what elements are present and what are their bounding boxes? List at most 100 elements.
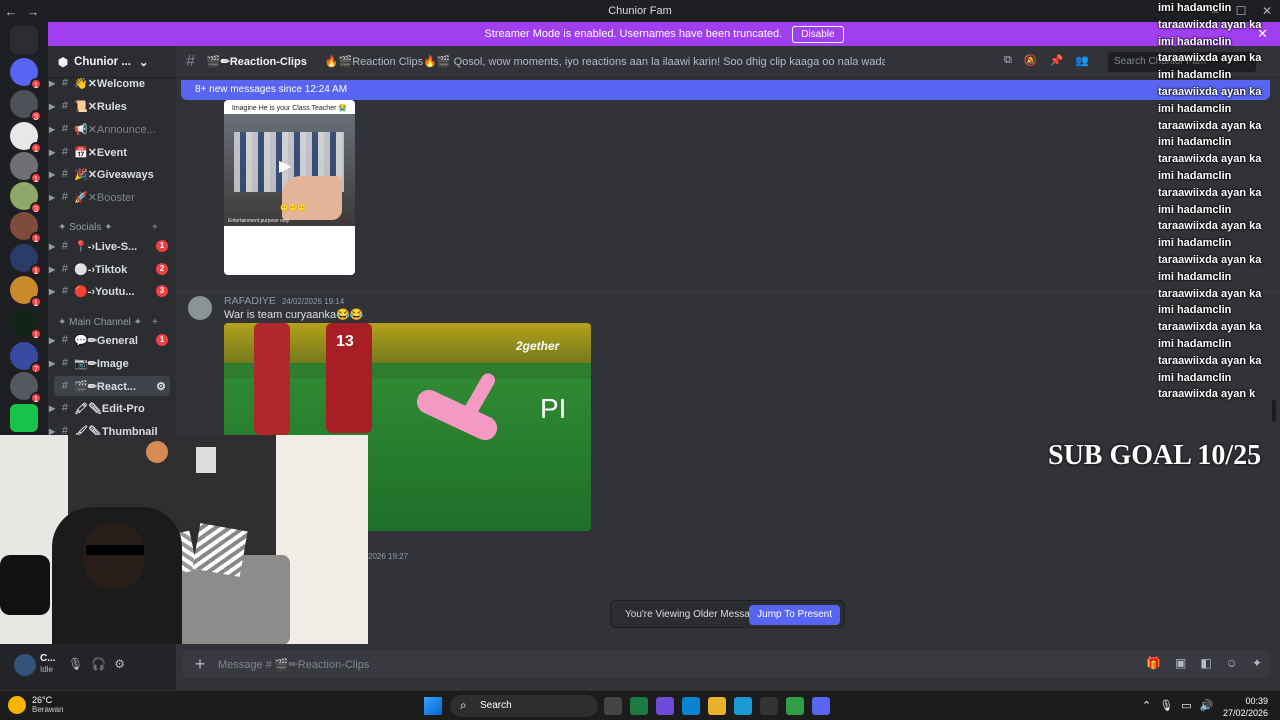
excel-icon[interactable] — [630, 697, 648, 715]
channel-item-selected[interactable]: # 🎬✏React... ⚙ — [54, 376, 170, 396]
microphone-icon[interactable]: 🎙 — [68, 657, 83, 671]
clock[interactable]: 00:39 27/02/2026 — [1223, 695, 1268, 719]
weather-widget[interactable]: 26°C Berawan — [8, 695, 64, 714]
emoji-text: 😶😶😶 — [280, 205, 307, 212]
store-icon[interactable] — [682, 697, 700, 715]
server-icon[interactable]: 1 — [10, 152, 42, 184]
chat-line: taraawiixda ayan ka — [1158, 18, 1262, 31]
username[interactable]: C... — [40, 653, 56, 664]
server-icon[interactable]: 3 — [10, 90, 42, 122]
channel-item[interactable]: ▶ # 💬✏General 1 — [48, 330, 176, 350]
server-icon[interactable]: 1 — [10, 212, 42, 244]
avatar[interactable] — [188, 296, 212, 320]
windows-start-icon[interactable] — [424, 697, 442, 715]
channel-item[interactable]: ▶ # 🔴-›Youtu... 3 — [48, 281, 176, 301]
channel-label: 📜✕Rules — [74, 100, 127, 113]
kick-server-icon[interactable] — [10, 404, 38, 432]
message-input[interactable]: Message # 🎬✏Reaction-Clips — [218, 658, 369, 671]
pin-icon[interactable]: 📌 — [1050, 54, 1064, 67]
taskbar-search-label: Search — [480, 700, 512, 711]
chat-line: taraawiixda ayan ka — [1158, 186, 1262, 199]
gif-icon[interactable]: ▣ — [1175, 656, 1186, 670]
play-icon[interactable]: ▶ — [279, 156, 291, 176]
server-icon[interactable]: 1 — [10, 244, 42, 276]
channel-label: 🚀✕Booster — [74, 191, 135, 204]
microphone-arm — [0, 555, 50, 615]
webcam-overlay — [0, 435, 368, 644]
direct-messages-icon[interactable] — [10, 26, 38, 54]
channel-topic[interactable]: 🔥🎬Reaction Clips🔥🎬 Qosol, wow moments, i… — [325, 55, 885, 68]
avatar[interactable] — [14, 654, 36, 676]
obs-icon[interactable] — [760, 697, 778, 715]
volume-icon[interactable]: 🔊 — [1200, 699, 1214, 712]
category-socials[interactable]: ✦ Socials ✦ + — [58, 222, 158, 233]
attach-plus-icon[interactable]: + — [182, 654, 218, 675]
server-icon[interactable]: 3 — [10, 182, 42, 214]
add-channel-icon[interactable]: + — [152, 222, 158, 233]
category-main-channel[interactable]: ✦ Main Channel ✦ + — [58, 317, 158, 328]
headphones-icon[interactable]: 🎧 — [91, 657, 106, 671]
player-figure: 13 — [326, 323, 372, 433]
server-icon[interactable]: 1 — [10, 308, 42, 340]
chevron-down-icon[interactable]: ⌄ — [139, 55, 149, 69]
channel-item[interactable]: ▶ # 📍-›Live-S... 1 — [48, 236, 176, 256]
server-icon[interactable]: 1 — [10, 276, 42, 308]
tray-chevron-up-icon[interactable]: ⌃ — [1142, 699, 1151, 712]
discord-icon[interactable] — [812, 697, 830, 715]
unread-badge: 1 — [156, 334, 168, 346]
server-name: Chunior ... — [74, 55, 131, 68]
member-list-icon[interactable]: 👥 — [1075, 54, 1089, 67]
emoji-icon[interactable]: ☺ — [1226, 656, 1238, 670]
file-explorer-icon[interactable] — [604, 697, 622, 715]
author-name[interactable]: RAFADIYE — [224, 295, 276, 307]
channel-item[interactable]: ▶ # 📢✕Announce... — [48, 119, 176, 139]
wall-lamp — [146, 441, 168, 463]
channel-label: 🎬✏React... — [74, 380, 137, 393]
video-attachment[interactable]: Imagine He is your Class Teacher 😭 ▶ Ent… — [224, 100, 355, 275]
channel-item[interactable]: ▶ # 🖍✏Edit-Pro — [48, 398, 176, 418]
channel-item[interactable]: ▶ # 📷✏Image — [48, 353, 176, 373]
message-composer[interactable]: + Message # 🎬✏Reaction-Clips 🎁 ▣ ◧ ☺ ✦ — [182, 650, 1270, 678]
edge-icon[interactable] — [734, 697, 752, 715]
channel-item[interactable]: ▶ # 📜✕Rules — [48, 96, 176, 116]
new-messages-bar[interactable]: 8+ new messages since 12:24 AM — [181, 80, 1270, 100]
channel-label: 🔴-›Youtu... — [74, 285, 135, 298]
server-badge: 1 — [30, 172, 42, 184]
channel-item[interactable]: ▶ # 🎉✕Giveaways — [48, 164, 176, 184]
server-icon[interactable]: 7 — [10, 342, 42, 374]
settings-gear-icon[interactable]: ⚙ — [156, 380, 166, 393]
video-thumbnail[interactable]: ▶ Entertainment purpose only 😶😶😶 — [224, 114, 355, 226]
channel-item[interactable]: ▶ # ⚪-›Tiktok 2 — [48, 259, 176, 279]
user-settings-gear-icon[interactable]: ⚙ — [114, 657, 125, 671]
channel-item[interactable]: ▶ # 📅✕Event — [48, 142, 176, 162]
sticker-icon[interactable]: ◧ — [1200, 656, 1211, 670]
gift-icon[interactable]: 🎁 — [1146, 656, 1161, 670]
channel-label: 💬✏General — [74, 334, 138, 347]
apps-icon[interactable]: ✦ — [1252, 656, 1262, 670]
threads-icon[interactable]: ⧉ — [1004, 54, 1012, 67]
add-channel-icon[interactable]: + — [152, 317, 158, 328]
chat-line: imi hadamclin — [1158, 2, 1232, 14]
chat-line: imi hadamclin — [1158, 203, 1232, 216]
scrollbar-thumb[interactable] — [1272, 400, 1276, 422]
server-badge: 3 — [30, 110, 42, 122]
server-badge: 1 — [30, 142, 42, 154]
window-title: Chunior Fam — [608, 5, 672, 17]
folder-icon[interactable] — [708, 697, 726, 715]
server-icon[interactable]: 1 — [10, 372, 42, 404]
server-icon[interactable]: 1 — [10, 122, 42, 154]
m365-icon[interactable] — [656, 697, 674, 715]
server-icon[interactable]: 1 — [10, 58, 42, 90]
notification-bell-icon[interactable]: 🔕 — [1024, 54, 1038, 67]
tray-microphone-icon[interactable]: 🎙 — [1159, 699, 1173, 712]
weather-condition: Berawan — [32, 705, 64, 714]
chrome-icon[interactable] — [786, 697, 804, 715]
network-icon[interactable]: ▭ — [1181, 699, 1191, 712]
jump-to-present-button[interactable]: Jump To Present — [749, 605, 840, 625]
message-text: War is team curyaanka😂😂 — [224, 309, 364, 321]
disable-button[interactable]: Disable — [792, 25, 844, 43]
channel-item[interactable]: ▶ # 🚀✕Booster — [48, 187, 176, 207]
hash-icon: # — [61, 380, 68, 392]
taskbar-search[interactable]: ⌕ Search — [450, 695, 598, 717]
channel-item[interactable]: ▶ # 👋✕Welcome — [48, 73, 176, 93]
